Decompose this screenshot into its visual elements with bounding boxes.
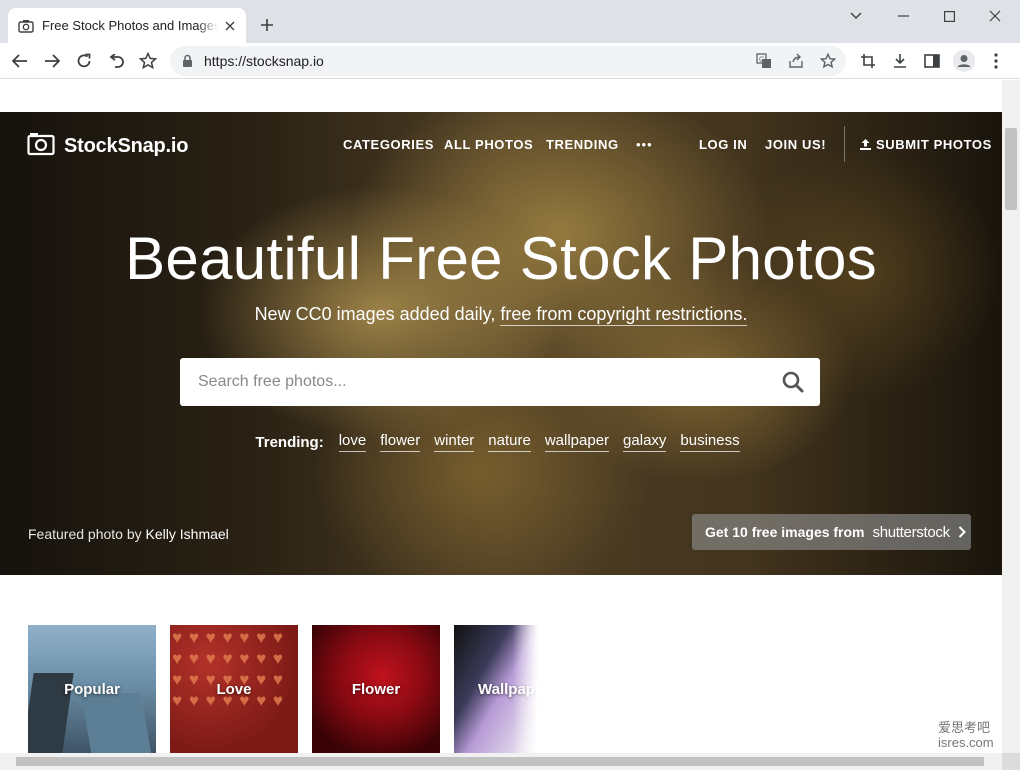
svg-text:G: G: [759, 57, 764, 64]
crop-icon[interactable]: [856, 49, 880, 73]
hero-subline: New CC0 images added daily, free from co…: [0, 304, 1002, 326]
translate-icon[interactable]: G: [754, 51, 774, 71]
category-tile-wallpaper[interactable]: Wallpaper: [454, 625, 538, 753]
category-tile-flower[interactable]: Flower: [312, 625, 440, 753]
lock-icon[interactable]: [182, 54, 193, 73]
back-arrow-icon[interactable]: [8, 49, 32, 73]
watermark-line: isres.com: [938, 735, 994, 750]
download-icon[interactable]: [888, 49, 912, 73]
close-window-button[interactable]: [972, 4, 1018, 28]
search-box: [180, 358, 820, 406]
vertical-scrollbar-thumb[interactable]: [1005, 128, 1017, 210]
share-icon[interactable]: [786, 51, 806, 71]
address-bar[interactable]: https://stocksnap.io G: [170, 46, 846, 76]
bookmark-star-icon[interactable]: [818, 51, 838, 71]
featured-author-link[interactable]: Kelly Ishmael: [146, 526, 229, 542]
category-label: Flower: [351, 680, 401, 698]
submit-photos-label: SUBMIT PHOTOS: [876, 137, 992, 152]
horizontal-scrollbar-thumb[interactable]: [16, 757, 984, 766]
horizontal-scrollbar[interactable]: [0, 753, 1002, 770]
featured-prefix: Featured photo by: [28, 526, 146, 542]
shutterstock-logo: shutterstock: [872, 523, 951, 541]
forward-arrow-icon[interactable]: [40, 49, 64, 73]
nav-more-icon[interactable]: •••: [636, 137, 653, 152]
category-label: Love: [216, 680, 252, 698]
upload-icon: [860, 139, 871, 150]
shutterstock-promo-button[interactable]: Get 10 free images from shutterstock: [692, 514, 971, 550]
category-tile-popular[interactable]: Popular: [28, 625, 156, 753]
reload-icon[interactable]: [72, 49, 96, 73]
trending-link-winter[interactable]: winter: [434, 432, 475, 452]
kebab-menu-icon[interactable]: [984, 49, 1008, 73]
page-viewport: StockSnap.io CATEGORIES ALL PHOTOS TREND…: [0, 80, 1002, 753]
search-icon[interactable]: [782, 371, 804, 398]
chevron-right-icon: [958, 526, 966, 538]
profile-avatar-icon[interactable]: [952, 49, 976, 73]
site-logo[interactable]: StockSnap.io: [27, 132, 188, 161]
trending-link-wallpaper[interactable]: wallpaper: [544, 432, 610, 452]
trending-link-business[interactable]: business: [680, 432, 740, 452]
search-input[interactable]: [198, 370, 758, 394]
tab-search-chevron-icon[interactable]: [833, 4, 879, 28]
watermark: 爱思考吧 isres.com: [938, 720, 994, 750]
hero-banner: StockSnap.io CATEGORIES ALL PHOTOS TREND…: [0, 112, 1002, 575]
close-tab-icon[interactable]: [222, 18, 238, 34]
featured-credit: Featured photo by Kelly Ishmael: [28, 526, 229, 542]
hero-subline-text: New CC0 images added daily,: [254, 304, 501, 324]
submit-photos-button[interactable]: SUBMIT PHOTOS: [860, 137, 992, 152]
undo-icon[interactable]: [104, 49, 128, 73]
bookmark-star-icon[interactable]: [136, 49, 160, 73]
camera-icon: [18, 18, 34, 34]
nav-trending[interactable]: TRENDING: [546, 137, 619, 152]
hero-headline: Beautiful Free Stock Photos: [125, 225, 877, 292]
nav-log-in[interactable]: LOG IN: [699, 137, 747, 152]
camera-logo-icon: [27, 132, 55, 161]
nav-all-photos[interactable]: ALL PHOTOS: [444, 137, 533, 152]
vertical-scrollbar[interactable]: [1002, 80, 1020, 753]
side-panel-icon[interactable]: [920, 49, 944, 73]
minimize-button[interactable]: [880, 4, 926, 28]
tab-title: Free Stock Photos and Images: [42, 18, 218, 33]
nav-categories[interactable]: CATEGORIES: [343, 137, 434, 152]
trending-link-nature[interactable]: nature: [488, 432, 531, 452]
nav-join[interactable]: JOIN US!: [765, 137, 826, 152]
maximize-button[interactable]: [926, 4, 972, 28]
new-tab-button[interactable]: [256, 14, 278, 36]
browser-tab[interactable]: Free Stock Photos and Images: [8, 8, 246, 43]
scrollbar-corner: [1002, 753, 1020, 770]
tab-strip: Free Stock Photos and Images: [0, 0, 1020, 43]
trending-label: Trending:: [255, 433, 324, 451]
watermark-line: 爱思考吧: [938, 720, 991, 735]
trending-link-galaxy[interactable]: galaxy: [623, 432, 667, 452]
category-label: Wallpaper: [478, 680, 538, 698]
copyright-link[interactable]: free from copyright restrictions.: [500, 304, 748, 326]
browser-toolbar: https://stocksnap.io G: [0, 43, 1020, 79]
category-label: Popular: [64, 680, 120, 698]
url-text[interactable]: https://stocksnap.io: [204, 53, 324, 69]
logo-text: StockSnap.io: [64, 135, 189, 157]
trending-link-love[interactable]: love: [338, 432, 367, 452]
nav-divider: [844, 126, 845, 162]
category-tile-love[interactable]: Love: [170, 625, 298, 753]
trending-link-flower[interactable]: flower: [380, 432, 421, 452]
trending-row: Trending: love flower winter nature wall…: [0, 432, 1002, 452]
promo-text: Get 10 free images from: [705, 524, 865, 540]
